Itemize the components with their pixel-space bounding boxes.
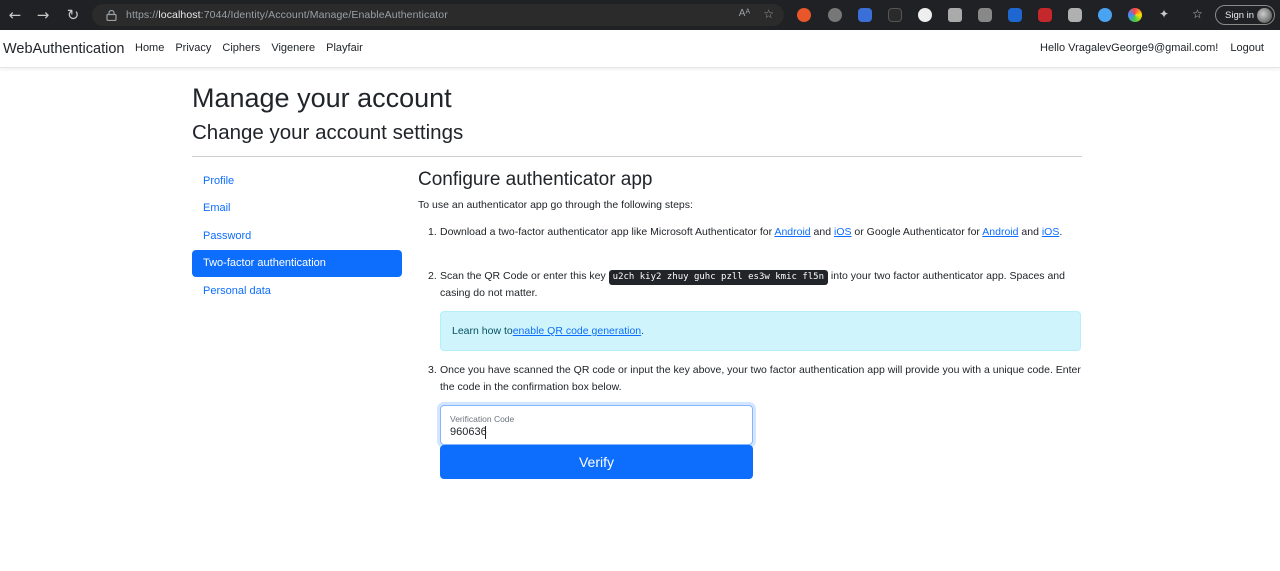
- url-text: https://localhost:7044/Identity/Account/…: [126, 9, 448, 21]
- extension-icon-3[interactable]: [858, 8, 872, 22]
- alert-end: .: [641, 325, 645, 337]
- divider: [192, 156, 1082, 157]
- step-number: 3.: [428, 364, 437, 376]
- intro-text: To use an authenticator app go through t…: [418, 199, 693, 211]
- favorite-star-icon[interactable]: ☆: [763, 7, 774, 21]
- step-number: 2.: [428, 270, 437, 282]
- verify-button[interactable]: Verify: [440, 445, 753, 479]
- extension-icon-8[interactable]: [1008, 8, 1022, 22]
- nav-links: Home Privacy Ciphers Vigenere Playfair: [135, 42, 374, 54]
- app-navbar: WebAuthentication Home Privacy Ciphers V…: [0, 30, 1280, 68]
- qr-info-alert: Learn how to enable QR code generation.: [440, 311, 1081, 351]
- extension-icon-11[interactable]: [1098, 8, 1112, 22]
- read-aloud-icon[interactable]: Aᴬ: [739, 8, 750, 19]
- sidenav-item-two-factor[interactable]: Two-factor authentication: [192, 249, 402, 277]
- step-text: Download a two-factor authenticator app …: [440, 226, 1063, 238]
- address-bar[interactable]: https://localhost:7044/Identity/Account/…: [92, 4, 784, 26]
- alert-text: Learn how to: [452, 325, 513, 337]
- verification-code-label: Verification Code: [450, 414, 515, 424]
- profile-avatar: [1257, 8, 1272, 23]
- back-icon[interactable]: ←: [0, 0, 30, 30]
- extension-icon-6[interactable]: [948, 8, 962, 22]
- sign-in-button[interactable]: Sign in: [1215, 5, 1275, 25]
- reload-icon[interactable]: ↻: [58, 0, 88, 30]
- extension-icon-1[interactable]: [797, 8, 811, 22]
- nav-user-area: Hello VragalevGeorge9@gmail.com! Logout: [1040, 42, 1264, 54]
- sign-in-label: Sign in: [1225, 9, 1255, 21]
- nav-link-home[interactable]: Home: [135, 42, 164, 54]
- sidenav-item-profile[interactable]: Profile: [192, 167, 402, 195]
- step-number: 1.: [428, 226, 437, 238]
- user-greeting-link[interactable]: Hello VragalevGeorge9@gmail.com!: [1040, 42, 1218, 54]
- sidenav-item-email[interactable]: Email: [192, 195, 402, 223]
- sidenav-item-password[interactable]: Password: [192, 222, 402, 250]
- page-title: Manage your account: [192, 83, 452, 113]
- text-caret: [485, 426, 486, 439]
- manage-sidenav: Profile Email Password Two-factor authen…: [192, 167, 402, 305]
- forward-icon[interactable]: →: [28, 0, 58, 30]
- extension-icon-10[interactable]: [1068, 8, 1082, 22]
- brand-link[interactable]: WebAuthentication: [3, 41, 124, 57]
- extension-icon-4[interactable]: [888, 8, 902, 22]
- section-heading: Configure authenticator app: [418, 169, 653, 190]
- logout-button[interactable]: Logout: [1230, 42, 1264, 54]
- step-text: Once you have scanned the QR code or inp…: [440, 364, 1081, 393]
- extension-icon-7[interactable]: [978, 8, 992, 22]
- browser-toolbar: ← → ↻ https://localhost:7044/Identity/Ac…: [0, 0, 1280, 30]
- verification-code-field[interactable]: Verification Code 960636: [440, 405, 753, 445]
- google-ios-link[interactable]: iOS: [1042, 226, 1060, 238]
- page-subtitle: Change your account settings: [192, 121, 464, 144]
- extensions-puzzle-icon[interactable]: ✦: [1159, 7, 1169, 21]
- ms-android-link[interactable]: Android: [774, 226, 810, 238]
- site-info-icon[interactable]: [104, 8, 118, 22]
- nav-link-ciphers[interactable]: Ciphers: [222, 42, 260, 54]
- ms-ios-link[interactable]: iOS: [834, 226, 852, 238]
- nav-link-playfair[interactable]: Playfair: [326, 42, 363, 54]
- shared-key: u2ch kiy2 zhuy guhc pzll es3w kmic fl5n: [608, 270, 828, 285]
- extension-icon-12[interactable]: [1128, 8, 1142, 22]
- step-text: Scan the QR Code or enter this key u2ch …: [440, 270, 1065, 299]
- enable-qr-link[interactable]: enable QR code generation: [513, 325, 641, 337]
- sidenav-item-personal-data[interactable]: Personal data: [192, 277, 402, 305]
- verification-code-input[interactable]: 960636: [450, 426, 487, 438]
- extension-icon-2[interactable]: [828, 8, 842, 22]
- favorites-icon[interactable]: ☆: [1192, 7, 1203, 21]
- extension-icon-9[interactable]: [1038, 8, 1052, 22]
- extension-icon-5[interactable]: [918, 8, 932, 22]
- nav-link-vigenere[interactable]: Vigenere: [271, 42, 315, 54]
- nav-link-privacy[interactable]: Privacy: [175, 42, 211, 54]
- google-android-link[interactable]: Android: [982, 226, 1018, 238]
